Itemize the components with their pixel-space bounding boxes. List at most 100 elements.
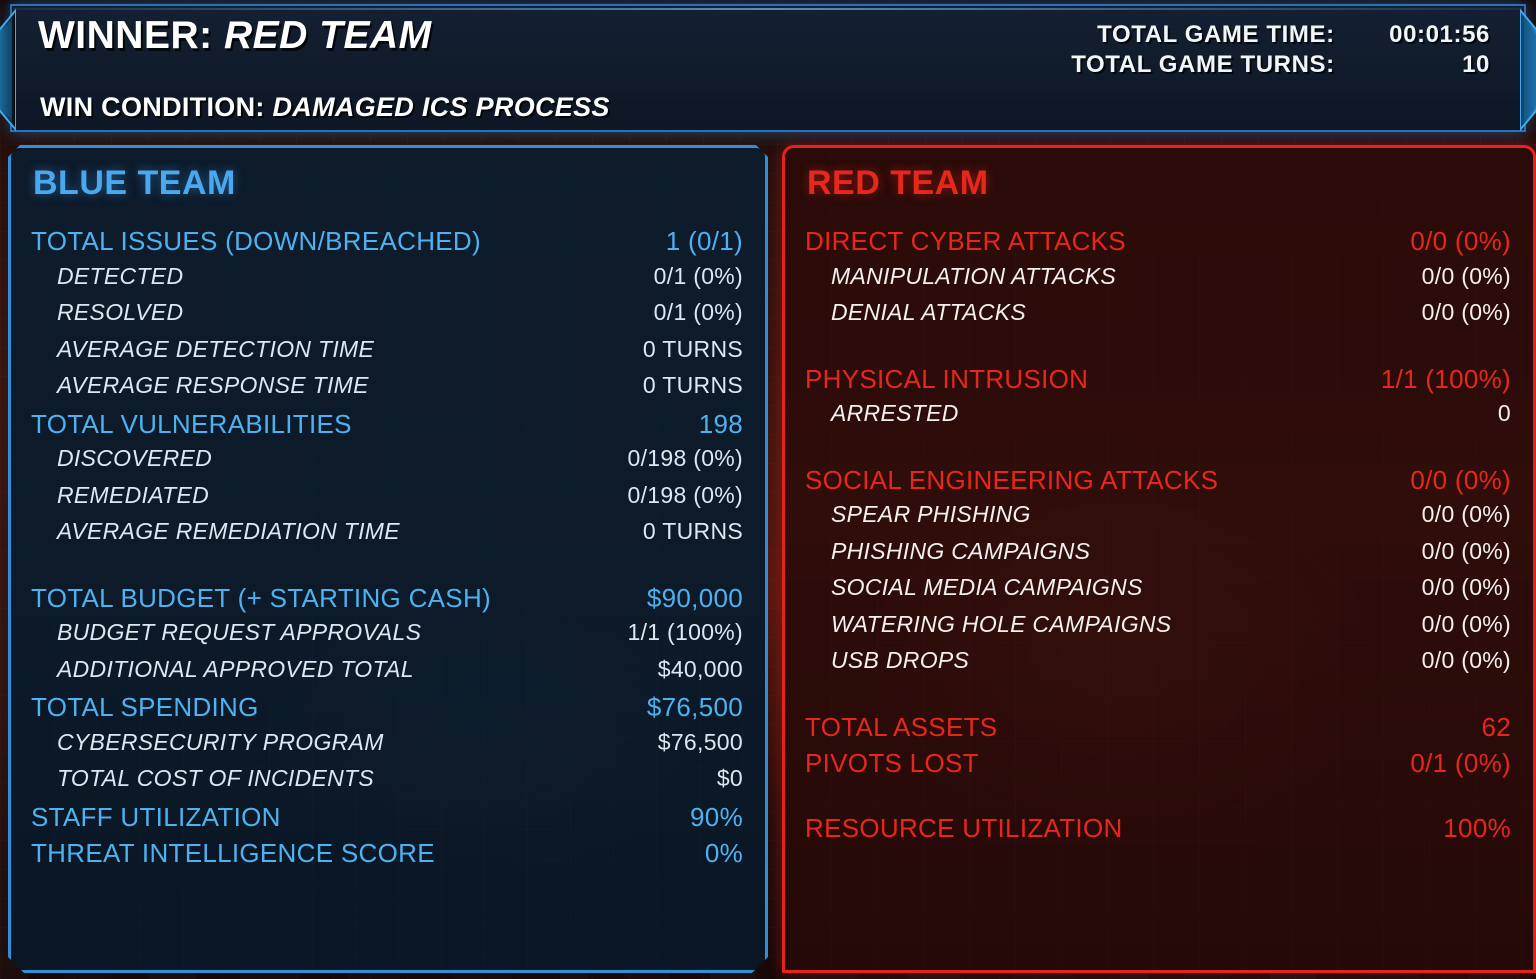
stat-label: RESOLVED: [57, 299, 184, 325]
left-chevron-ornament-icon: [0, 8, 16, 132]
total-game-time-label: TOTAL GAME TIME:: [1097, 21, 1335, 48]
stat-row: ADDITIONAL APPROVED TOTAL $40,000: [31, 656, 743, 693]
stat-value: 0 TURNS: [642, 518, 743, 544]
stat-value: $76,500: [657, 728, 743, 755]
stat-row: PIVOTS LOST 0/1 (0%): [805, 748, 1511, 785]
stat-row: TOTAL BUDGET (+ STARTING CASH) $90,000: [31, 583, 743, 620]
red-team-title: RED TEAM: [807, 164, 989, 202]
stat-value: 0/1 (0%): [653, 262, 743, 289]
stat-row: USB DROPS 0/0 (0%): [805, 647, 1511, 684]
stat-value: $40,000: [657, 655, 743, 682]
stat-label: RESOURCE UTILIZATION: [805, 812, 1123, 843]
stat-label: DETECTED: [57, 262, 184, 289]
stat-value: 0/0 (0%): [1421, 537, 1511, 564]
blue-team-title: BLUE TEAM: [33, 164, 236, 202]
win-condition-announcement: WIN CONDITION: DAMAGED ICS PROCESS: [40, 92, 610, 123]
stat-label: TOTAL COST OF INCIDENTS: [57, 765, 375, 791]
stat-row: THREAT INTELLIGENCE SCORE 0%: [31, 838, 743, 875]
stat-label: USB DROPS: [831, 647, 970, 673]
stat-label: PIVOTS LOST: [805, 748, 979, 778]
right-chevron-ornament-icon: [1520, 8, 1536, 132]
stat-value: 0/0 (0%): [1421, 610, 1511, 637]
stat-value: 0/0 (0%): [1410, 464, 1511, 495]
stat-label: PHISHING CAMPAIGNS: [831, 537, 1091, 564]
stat-value: 0/198 (0%): [627, 445, 743, 471]
stat-label: DIRECT CYBER ATTACKS: [805, 226, 1126, 256]
stat-row: ARRESTED 0: [805, 400, 1511, 437]
stat-value: 0/1 (0%): [1410, 748, 1511, 778]
stat-row: SOCIAL MEDIA CAMPAIGNS 0/0 (0%): [805, 574, 1511, 611]
stat-value: $90,000: [646, 582, 743, 613]
stat-label: ADDITIONAL APPROVED TOTAL: [57, 655, 414, 682]
stat-row: CYBERSECURITY PROGRAM $76,500: [31, 729, 743, 766]
stat-value: 1 (0/1): [665, 226, 743, 256]
stat-row: DIRECT CYBER ATTACKS 0/0 (0%): [805, 226, 1511, 263]
red-team-stat-list: DIRECT CYBER ATTACKS 0/0 (0%) MANIPULATION…: [785, 226, 1533, 849]
stat-value: 0/0 (0%): [1421, 501, 1511, 527]
stat-label: DENIAL ATTACKS: [831, 299, 1027, 325]
stat-label: THREAT INTELLIGENCE SCORE: [31, 838, 435, 868]
stat-value: 0%: [704, 838, 743, 868]
stat-row: REMEDIATED 0/198 (0%): [31, 482, 743, 519]
total-game-time-value: 00:01:56: [1389, 21, 1490, 48]
stat-row: TOTAL ASSETS 62: [805, 712, 1511, 749]
stat-label: CYBERSECURITY PROGRAM: [57, 728, 384, 755]
stat-row: RESOLVED 0/1 (0%): [31, 299, 743, 336]
results-header-bar: WINNER: RED TEAM WIN CONDITION: DAMAGED …: [0, 4, 1536, 132]
stat-row: STAFF UTILIZATION 90%: [31, 802, 743, 839]
stat-row: TOTAL COST OF INCIDENTS $0: [31, 765, 743, 802]
stat-row: DISCOVERED 0/198 (0%): [31, 445, 743, 482]
stat-label: TOTAL VULNERABILITIES: [31, 408, 352, 439]
stat-row: DETECTED 0/1 (0%): [31, 263, 743, 300]
stat-row: AVERAGE DETECTION TIME 0 TURNS: [31, 336, 743, 373]
stat-row: AVERAGE RESPONSE TIME 0 TURNS: [31, 372, 743, 409]
stat-label: PHYSICAL INTRUSION: [805, 363, 1089, 394]
stat-value: 0/0 (0%): [1421, 647, 1511, 673]
stat-row: TOTAL ISSUES (DOWN/BREACHED) 1 (0/1): [31, 226, 743, 263]
total-game-turns-value: 10: [1462, 51, 1490, 78]
stat-value: 1/1 (100%): [627, 619, 743, 645]
stat-row: SPEAR PHISHING 0/0 (0%): [805, 501, 1511, 538]
game-results-screen: WINNER: RED TEAM WIN CONDITION: DAMAGED …: [0, 0, 1536, 979]
stat-label: SOCIAL ENGINEERING ATTACKS: [805, 464, 1219, 495]
stat-value: 0/0 (0%): [1421, 574, 1511, 600]
stat-row: DENIAL ATTACKS 0/0 (0%): [805, 299, 1511, 336]
stat-label: AVERAGE RESPONSE TIME: [57, 372, 369, 398]
stat-row: SOCIAL ENGINEERING ATTACKS 0/0 (0%): [805, 465, 1511, 502]
stat-value: 0/0 (0%): [1421, 299, 1511, 325]
stat-label: TOTAL SPENDING: [31, 692, 259, 722]
stat-value: $0: [716, 765, 743, 791]
stat-label: AVERAGE DETECTION TIME: [57, 335, 375, 362]
stat-value: 62: [1481, 711, 1511, 742]
stat-value: 90%: [690, 801, 743, 832]
stat-row: MANIPULATION ATTACKS 0/0 (0%): [805, 263, 1511, 300]
red-team-panel: RED TEAM DIRECT CYBER ATTACKS 0/0 (0%) MAN…: [782, 145, 1536, 973]
header-game-stats: TOTAL GAME TIME: 00:01:56 TOTAL GAME TUR…: [1071, 20, 1490, 80]
stat-row: TOTAL SPENDING $76,500: [31, 692, 743, 729]
win-condition-label: WIN CONDITION:: [40, 92, 265, 122]
stat-row: RESOURCE UTILIZATION 100%: [805, 813, 1511, 850]
stat-label: REMEDIATED: [57, 481, 210, 508]
stat-label: MANIPULATION ATTACKS: [831, 262, 1117, 289]
stat-label: TOTAL BUDGET (+ STARTING CASH): [31, 582, 491, 613]
stat-value: $76,500: [646, 692, 743, 722]
stat-value: 0/198 (0%): [627, 481, 743, 508]
stat-label: TOTAL ISSUES (DOWN/BREACHED): [31, 226, 481, 256]
stat-value: 0/1 (0%): [653, 299, 743, 325]
stat-value: 198: [698, 408, 743, 439]
total-game-turns-row: TOTAL GAME TURNS: 10: [1071, 50, 1490, 80]
stat-label: SPEAR PHISHING: [831, 501, 1031, 527]
blue-team-stat-list: TOTAL ISSUES (DOWN/BREACHED) 1 (0/1) DETEC…: [11, 226, 765, 875]
blue-team-panel: BLUE TEAM TOTAL ISSUES (DOWN/BREACHED) 1 …: [8, 145, 768, 973]
winner-label: WINNER:: [38, 14, 213, 57]
stat-row: AVERAGE REMEDIATION TIME 0 TURNS: [31, 518, 743, 555]
stat-row: PHYSICAL INTRUSION 1/1 (100%): [805, 364, 1511, 401]
stat-label: SOCIAL MEDIA CAMPAIGNS: [831, 574, 1143, 600]
stat-value: 0 TURNS: [642, 372, 743, 398]
stat-row: PHISHING CAMPAIGNS 0/0 (0%): [805, 538, 1511, 575]
stat-label: BUDGET REQUEST APPROVALS: [57, 619, 422, 645]
winner-value: RED TEAM: [223, 14, 432, 57]
stat-label: TOTAL ASSETS: [805, 711, 998, 742]
stat-label: AVERAGE REMEDIATION TIME: [57, 518, 400, 544]
win-condition-value: DAMAGED ICS PROCESS: [272, 92, 610, 122]
